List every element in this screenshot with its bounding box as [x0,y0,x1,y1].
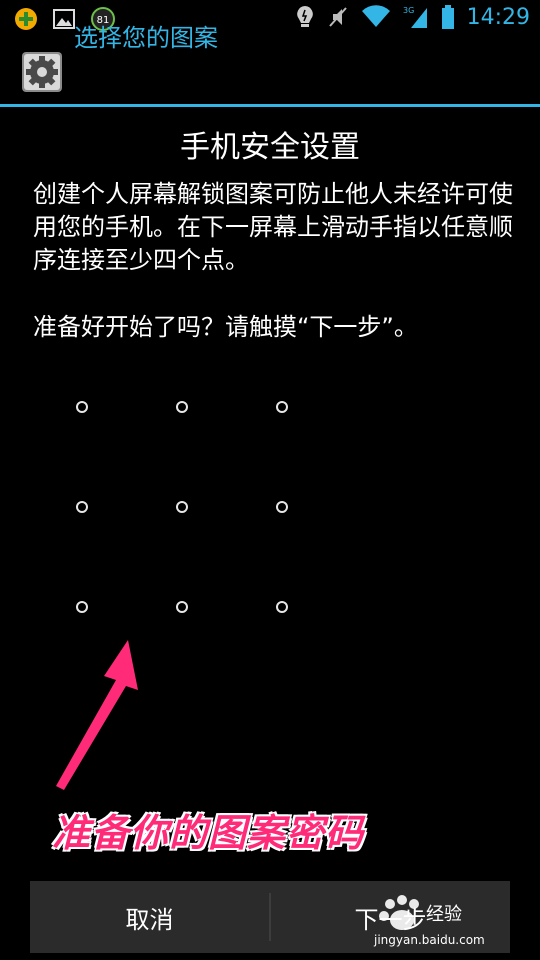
pattern-dot-5[interactable] [176,501,188,513]
pattern-dot-2[interactable] [176,401,188,413]
watermark-brand: 经验 [426,904,462,925]
pattern-dot-3[interactable] [276,401,288,413]
signal-3g-icon: 3G [403,6,427,28]
status-right-icons: 3G 14:29 [295,4,530,30]
wifi-icon [361,5,390,27]
app-plus-icon [15,8,37,30]
app-bar-divider [0,104,540,107]
baidu-paw-icon [379,895,419,930]
annotation-caption: 准备你的图案密码 [52,811,365,855]
svg-text:3G: 3G [403,6,414,15]
pattern-dot-1[interactable] [76,401,88,413]
pattern-dot-4[interactable] [76,501,88,513]
pattern-dot-9[interactable] [276,601,288,613]
description-text: 创建个人屏幕解锁图案可防止他人未经许可使用您的手机。在下一屏幕上滑动手指以任意顺… [33,180,513,274]
page-title: 手机安全设置 [180,130,360,165]
baidu-watermark: 经验 jingyan.baidu.com [373,895,485,947]
pattern-dot-6[interactable] [276,501,288,513]
gallery-icon [53,9,75,29]
app-bar-title: 选择您的图案 [74,24,218,52]
watermark-url: jingyan.baidu.com [373,933,485,947]
battery-icon [441,5,454,29]
cancel-button[interactable]: 取消 [30,881,269,953]
pattern-dot-8[interactable] [176,601,188,613]
status-clock: 14:29 [466,4,530,30]
gear-icon [22,52,62,92]
ready-prompt-text: 准备好开始了吗？请触摸“下一步”。 [33,313,418,341]
mute-icon [328,7,347,27]
annotation-arrow-icon [56,640,138,790]
lightbulb-icon [296,6,313,27]
pattern-dot-7[interactable] [76,601,88,613]
